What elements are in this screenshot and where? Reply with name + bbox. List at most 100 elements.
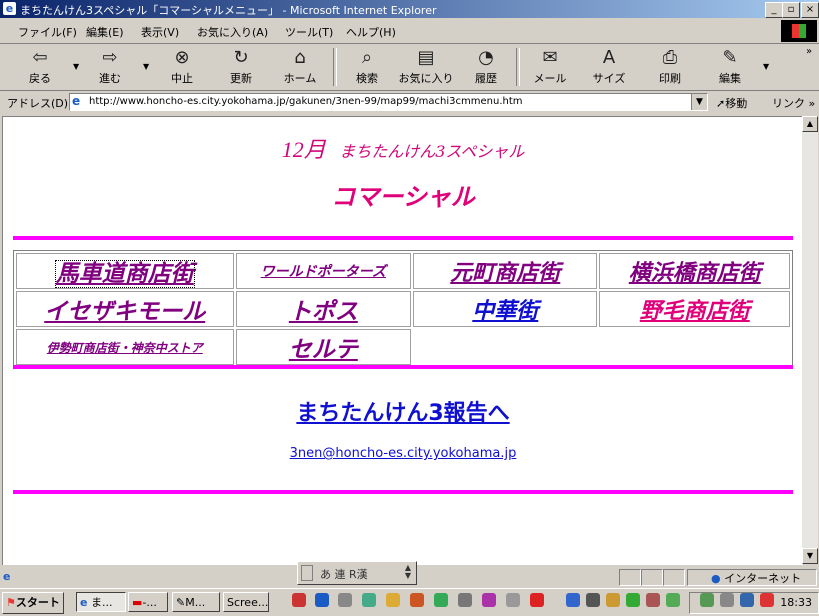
- toolbar-overflow-icon[interactable]: »: [806, 46, 812, 57]
- forward-dropdown-icon[interactable]: ▼: [143, 62, 149, 71]
- scroll-up-icon[interactable]: ▲: [802, 116, 818, 132]
- ie-app-icon[interactable]: e: [3, 2, 16, 15]
- menu-view[interactable]: 表示(V): [141, 24, 179, 40]
- menu-favorites[interactable]: お気に入り(A): [197, 24, 268, 40]
- scroll-down-icon[interactable]: ▼: [802, 548, 818, 564]
- menu-help[interactable]: ヘルプ(H): [346, 24, 396, 40]
- task-screenshot[interactable]: Scree...: [223, 592, 269, 612]
- link-isezaki-mall[interactable]: イセザキモール: [44, 299, 205, 325]
- stop-button[interactable]: ⊗ 中止: [160, 47, 204, 86]
- address-dropdown-icon[interactable]: ▼: [691, 94, 707, 110]
- window-title: まちたんけん3スペシャル「コマーシャルメニュー」 - Microsoft Int…: [20, 4, 437, 17]
- task-label: ま...: [90, 596, 113, 609]
- quicklaunch-icon[interactable]: [458, 593, 472, 607]
- quicklaunch-icon[interactable]: [530, 593, 544, 607]
- link-bashamichi[interactable]: 馬車道商店街: [54, 260, 195, 288]
- go-button[interactable]: ➚移動: [716, 95, 747, 111]
- close-button[interactable]: ×: [801, 2, 819, 18]
- link-serte[interactable]: セルテ: [289, 337, 358, 363]
- edit-button[interactable]: ✎ 編集: [708, 47, 752, 86]
- ime-spin-icon[interactable]: ▲ ▼: [403, 564, 413, 580]
- tray-icon[interactable]: [666, 593, 680, 607]
- quicklaunch-icon[interactable]: [362, 593, 376, 607]
- tray-icon[interactable]: [760, 593, 774, 607]
- edit-dropdown-icon[interactable]: ▼: [763, 62, 769, 71]
- quicklaunch-icon[interactable]: [386, 593, 400, 607]
- mail-label: メール: [533, 72, 567, 85]
- task-app2[interactable]: ▬-...: [128, 592, 168, 612]
- refresh-button[interactable]: ↻ 更新: [219, 47, 263, 86]
- table-row: イセザキモール トポス 中華街 野毛商店街: [16, 291, 790, 327]
- forward-label: 進む: [99, 72, 121, 85]
- favorites-icon: ▤: [417, 47, 435, 68]
- task-ie[interactable]: e ま...: [76, 592, 126, 612]
- size-button[interactable]: A サイズ: [587, 47, 631, 86]
- refresh-icon: ↻: [233, 47, 249, 68]
- ie-quicklaunch-icon[interactable]: [315, 593, 329, 607]
- empty-cell: [413, 329, 790, 365]
- link-topos[interactable]: トポス: [289, 299, 358, 325]
- tray-icon[interactable]: [626, 593, 640, 607]
- quicklaunch-icon[interactable]: [338, 593, 352, 607]
- quicklaunch-icon[interactable]: [482, 593, 496, 607]
- maximize-button[interactable]: ▫: [782, 2, 800, 18]
- menu-file[interactable]: ファイル(F): [18, 24, 77, 40]
- link-isezakicho-kanachu[interactable]: 伊勢町商店街・神奈中ストア: [47, 341, 203, 355]
- search-button[interactable]: ⌕ 検索: [345, 47, 389, 86]
- back-dropdown-icon[interactable]: ▼: [73, 62, 79, 71]
- tray-icon[interactable]: [566, 593, 580, 607]
- tray-icon[interactable]: [646, 593, 660, 607]
- address-input[interactable]: e http://www.honcho-es.city.yokohama.jp/…: [69, 93, 708, 111]
- task-app3[interactable]: ✎M...: [172, 592, 220, 612]
- toolbar-separator: [333, 48, 337, 86]
- menu-tools[interactable]: ツール(T): [285, 24, 333, 40]
- report-link[interactable]: まちたんけん3報告へ: [296, 401, 509, 426]
- vertical-scrollbar[interactable]: ▲ ▼: [802, 116, 818, 564]
- quicklaunch-icon[interactable]: [410, 593, 424, 607]
- tray-icon[interactable]: [740, 593, 754, 607]
- series-title: まちたんけん3スペシャル: [339, 142, 525, 161]
- month-label: 12月: [281, 137, 326, 162]
- quicklaunch-icon[interactable]: [292, 593, 306, 607]
- task-label: M...: [185, 596, 206, 609]
- links-button[interactable]: リンク »: [772, 95, 815, 111]
- email-link[interactable]: 3nen@honcho-es.city.yokohama.jp: [290, 446, 517, 461]
- ime-toolbar[interactable]: あ 連 R漢 ▲ ▼: [297, 561, 417, 585]
- tray-icon[interactable]: [606, 593, 620, 607]
- minimize-button[interactable]: _: [765, 2, 783, 18]
- tray-icon[interactable]: [586, 593, 600, 607]
- clock[interactable]: 18:33: [780, 596, 812, 609]
- forward-button[interactable]: ⇨ 進む: [88, 47, 132, 86]
- table-cell: 中華街: [413, 291, 598, 327]
- quicklaunch-icon[interactable]: [506, 593, 520, 607]
- tray-icon[interactable]: [720, 593, 734, 607]
- quicklaunch-icon[interactable]: [434, 593, 448, 607]
- ime-grip-icon[interactable]: [301, 565, 313, 581]
- favorites-button[interactable]: ▤ お気に入り: [396, 47, 456, 86]
- search-label: 検索: [356, 72, 378, 85]
- table-cell: 伊勢町商店街・神奈中ストア: [16, 329, 234, 365]
- size-label: サイズ: [592, 72, 626, 85]
- link-motomachi[interactable]: 元町商店街: [450, 261, 560, 286]
- tray-icon[interactable]: [700, 593, 714, 607]
- history-button[interactable]: ◔ 履歴: [464, 47, 508, 86]
- link-noge[interactable]: 野毛商店街: [640, 299, 750, 324]
- taskbar: ⚑スタート e ま... ▬-... ✎M... Scree... 18:33: [0, 588, 819, 616]
- back-button[interactable]: ⇦ 戻る: [18, 47, 62, 86]
- table-cell: 元町商店街: [413, 253, 598, 289]
- page-subheading: 12月 まちたんけん3スペシャル: [3, 132, 803, 164]
- zone-indicator: ● インターネット: [711, 570, 801, 586]
- link-yokohamabashi[interactable]: 横浜橋商店街: [629, 261, 761, 286]
- home-button[interactable]: ⌂ ホーム: [278, 47, 322, 86]
- menu-edit[interactable]: 編集(E): [86, 24, 124, 40]
- link-world-porters[interactable]: ワールドポーターズ: [261, 264, 386, 280]
- zone-label: インターネット: [724, 572, 802, 585]
- start-button[interactable]: ⚑スタート: [2, 592, 64, 614]
- address-url[interactable]: http://www.honcho-es.city.yokohama.jp/ga…: [89, 96, 523, 107]
- divider: [13, 236, 793, 240]
- print-button[interactable]: ⎙ 印刷: [648, 47, 692, 86]
- ime-mode-label[interactable]: あ 連 R漢: [320, 566, 368, 582]
- home-label: ホーム: [283, 72, 317, 85]
- mail-button[interactable]: ✉ メール: [528, 47, 572, 86]
- link-chinatown[interactable]: 中華街: [472, 299, 538, 324]
